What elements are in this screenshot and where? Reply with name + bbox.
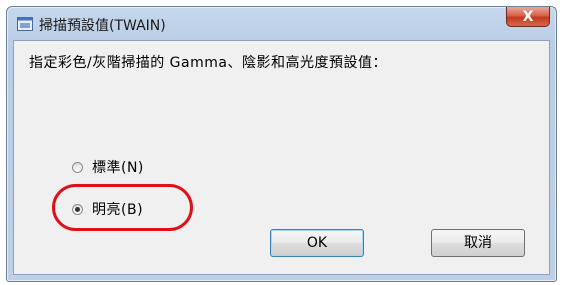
ok-button[interactable]: OK (270, 229, 364, 257)
prompt-text: 指定彩色/灰階掃描的 Gamma、陰影和高光度預設值： (29, 55, 387, 71)
highlight-annotation (52, 184, 193, 231)
title-bar[interactable]: 掃描預設值(TWAIN) X (7, 7, 556, 40)
radio-standard[interactable]: 標準(N) (72, 157, 144, 177)
scanner-window-icon (17, 17, 33, 31)
close-icon: X (522, 9, 534, 25)
dialog-body: 指定彩色/灰階掃描的 Gamma、陰影和高光度預設值： 標準(N) 明亮(B) … (13, 40, 550, 275)
radio-standard-indicator[interactable] (72, 161, 83, 173)
dialog-window: 掃描預設值(TWAIN) X 指定彩色/灰階掃描的 Gamma、陰影和高光度預設… (6, 6, 557, 282)
radio-standard-label[interactable]: 標準(N) (92, 157, 144, 177)
cancel-button[interactable]: 取消 (431, 229, 525, 257)
dialog-title: 掃描預設值(TWAIN) (39, 18, 166, 34)
close-button[interactable]: X (506, 7, 550, 27)
